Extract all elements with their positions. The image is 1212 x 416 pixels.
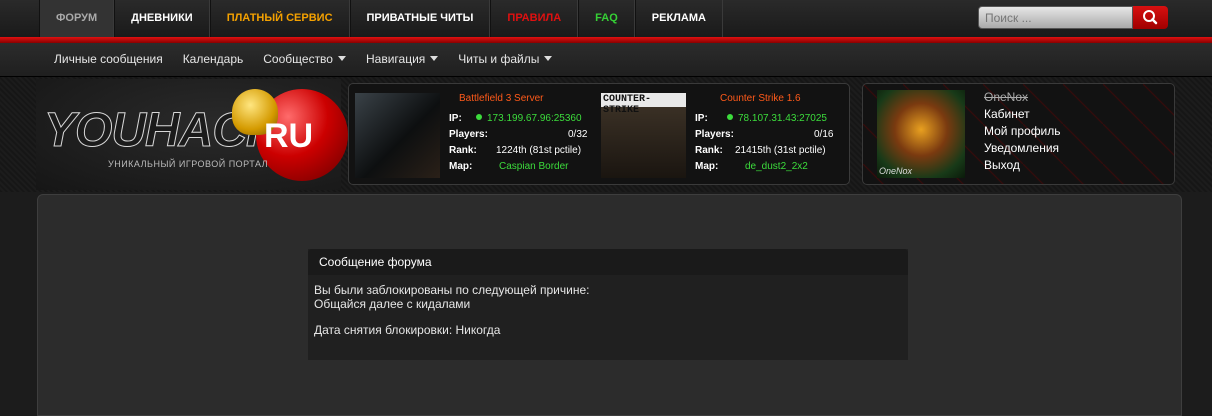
server-ip-value: 78.107.31.43:27025 <box>738 113 827 124</box>
server-players: 0/32 <box>568 129 588 140</box>
search-icon <box>1143 10 1158 25</box>
subnav-cheats-files[interactable]: Читы и файлы <box>458 43 553 76</box>
subnav-private-messages[interactable]: Личные сообщения <box>54 43 163 76</box>
subnav-label: Календарь <box>182 52 244 66</box>
server-players: 0/16 <box>814 129 834 140</box>
search-button[interactable] <box>1133 6 1168 29</box>
server-ip: 78.107.31.43:27025 <box>727 113 827 124</box>
server-rank: 1224th (81st pctile) <box>496 145 582 156</box>
chevron-down-icon <box>337 56 346 61</box>
server-rank-label: Rank: <box>695 145 723 156</box>
server-map-label: Map: <box>449 161 473 172</box>
subnav-navigation[interactable]: Навигация <box>365 43 439 76</box>
nav-rules[interactable]: ПРАВИЛА <box>490 0 579 37</box>
user-notifications-link[interactable]: Уведомления <box>984 141 1059 155</box>
server-players-label: Players: <box>695 129 734 140</box>
battlefield-thumbnail[interactable] <box>355 93 440 178</box>
nav-private-cheats[interactable]: ПРИВАТНЫЕ ЧИТЫ <box>349 0 491 37</box>
server-ip: 173.199.67.96:25360 <box>476 113 582 124</box>
online-status-icon <box>727 114 733 120</box>
top-nav-items: ФОРУМ ДНЕВНИКИ ПЛАТНЫЙ СЕРВИС ПРИВАТНЫЕ … <box>39 0 723 37</box>
search-box <box>978 6 1133 29</box>
search-input[interactable] <box>979 7 1129 28</box>
nav-diaries[interactable]: ДНЕВНИКИ <box>114 0 210 37</box>
subnav-label: Навигация <box>365 52 426 66</box>
server-ip-label: IP: <box>449 113 462 124</box>
server-name[interactable]: Counter Strike 1.6 <box>720 93 801 104</box>
server-rank: 21415th (31st pctile) <box>735 145 826 156</box>
user-profile-link[interactable]: Мой профиль <box>984 124 1061 138</box>
top-navigation: ФОРУМ ДНЕВНИКИ ПЛАТНЫЙ СЕРВИС ПРИВАТНЫЕ … <box>0 0 1212 37</box>
server-players-label: Players: <box>449 129 488 140</box>
secondary-navigation: Личные сообщения Календарь Сообщество На… <box>0 43 1212 77</box>
logo-tagline: УНИКАЛЬНЫЙ ИГРОВОЙ ПОРТАЛ <box>108 159 269 169</box>
ban-reason-intro: Вы были заблокированы по следующей причи… <box>314 283 590 297</box>
subnav-calendar[interactable]: Календарь <box>183 43 244 76</box>
username-link[interactable]: OneNox <box>984 90 1028 104</box>
nav-faq[interactable]: FAQ <box>578 0 635 37</box>
ban-reason: Общайся далее с кидалами <box>314 297 471 311</box>
ban-expiry: Дата снятия блокировки: Никогда <box>314 323 501 337</box>
nav-forum[interactable]: ФОРУМ <box>39 0 115 37</box>
thumbnail-title: COUNTER-STRIKE <box>603 94 652 116</box>
server-map-label: Map: <box>695 161 719 172</box>
server-name[interactable]: Battlefield 3 Server <box>459 93 544 104</box>
avatar-signature: OneNox <box>879 166 913 176</box>
counter-strike-thumbnail[interactable]: COUNTER-STRIKE <box>601 93 686 178</box>
online-status-icon <box>476 114 482 120</box>
subnav-label: Сообщество <box>263 52 333 66</box>
logo-tld: RU <box>264 117 314 155</box>
subnav-items: Личные сообщения Календарь Сообщество На… <box>54 43 553 76</box>
user-logout-link[interactable]: Выход <box>984 158 1020 172</box>
user-cabinet-link[interactable]: Кабинет <box>984 107 1030 121</box>
subnav-community[interactable]: Сообщество <box>263 43 346 76</box>
subnav-label: Читы и файлы <box>458 52 540 66</box>
nav-paid-service[interactable]: ПЛАТНЫЙ СЕРВИС <box>209 0 350 37</box>
nav-advertising[interactable]: РЕКЛАМА <box>634 0 723 37</box>
avatar[interactable]: OneNox <box>877 90 965 178</box>
user-panel: OneNox OneNox Кабинет Мой профиль Уведом… <box>862 83 1175 185</box>
chevron-down-icon <box>430 56 439 61</box>
site-logo[interactable]: YOUHACK RU УНИКАЛЬНЫЙ ИГРОВОЙ ПОРТАЛ <box>36 79 348 190</box>
server-map: Caspian Border <box>499 161 569 172</box>
server-map: de_dust2_2x2 <box>745 161 808 172</box>
game-servers-panel: Battlefield 3 Server IP: 173.199.67.96:2… <box>348 83 850 185</box>
forum-message-box: Сообщение форума Вы были заблокированы п… <box>308 249 908 360</box>
server-ip-value: 173.199.67.96:25360 <box>487 113 582 124</box>
message-title: Сообщение форума <box>319 255 432 269</box>
server-rank-label: Rank: <box>449 145 477 156</box>
server-ip-label: IP: <box>695 113 708 124</box>
chevron-down-icon <box>544 56 553 61</box>
message-header: Сообщение форума <box>308 249 908 275</box>
subnav-label: Личные сообщения <box>54 52 163 66</box>
